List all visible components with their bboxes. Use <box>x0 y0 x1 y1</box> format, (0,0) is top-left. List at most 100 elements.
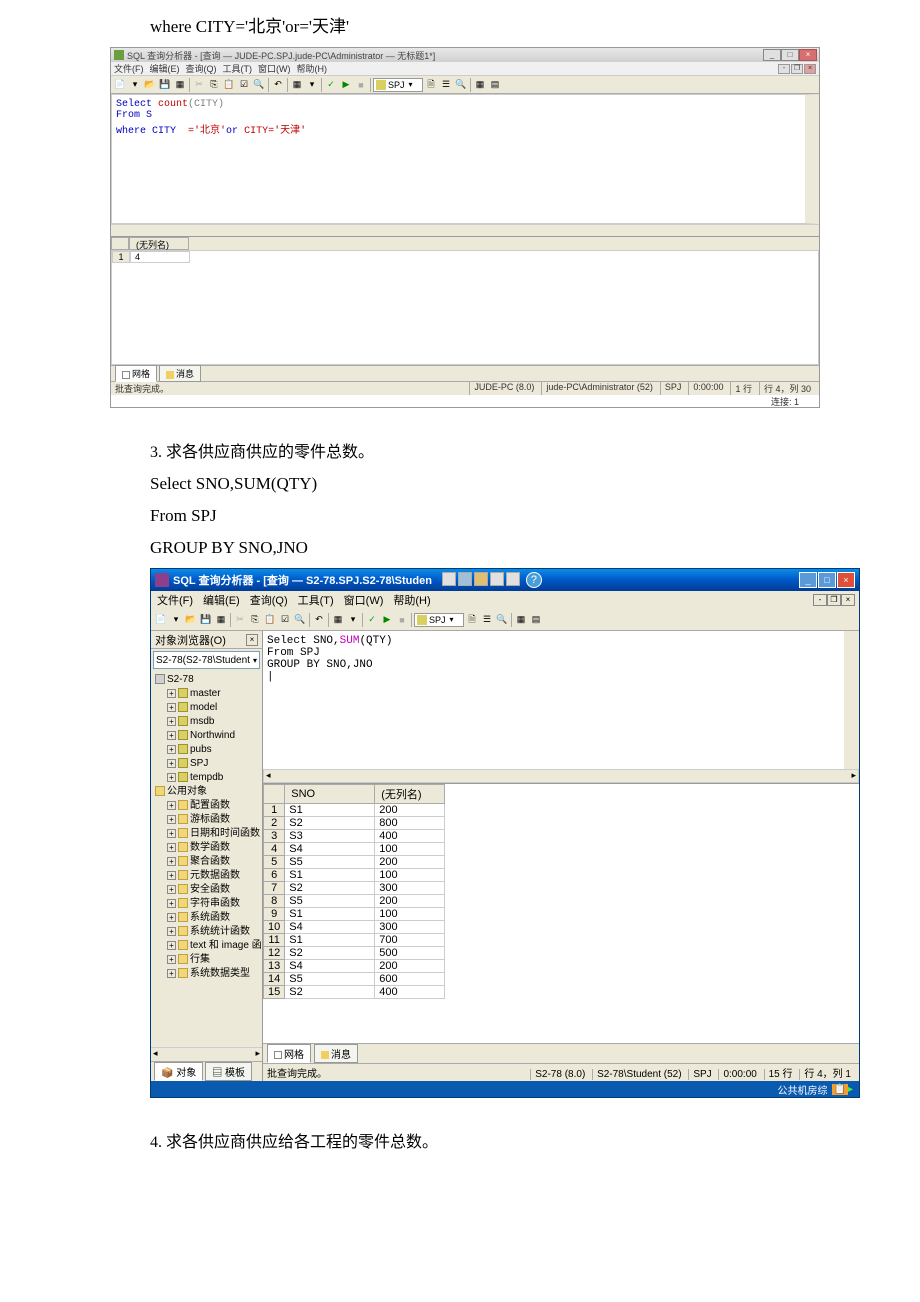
run-icon[interactable]: ▶ <box>380 613 394 627</box>
tree-db-item[interactable]: +msdb <box>153 715 260 729</box>
cell-sno[interactable]: S2 <box>285 986 375 999</box>
insert-icon[interactable]: ▦ <box>173 78 187 92</box>
cell-sno[interactable]: S4 <box>285 843 375 856</box>
table-row[interactable]: 7S2300 <box>264 882 445 895</box>
menu-query[interactable]: 查询(Q) <box>186 62 217 75</box>
tree-folder-item[interactable]: +text 和 image 函数 <box>153 939 260 953</box>
table-row[interactable]: 15S2400 <box>264 986 445 999</box>
obj-icon[interactable]: ☰ <box>439 78 453 92</box>
obj-icon[interactable]: ☰ <box>480 613 494 627</box>
stop-icon[interactable]: ■ <box>395 613 409 627</box>
cell-sno[interactable]: S2 <box>285 882 375 895</box>
paste-icon[interactable]: 📋 <box>263 613 277 627</box>
table-row[interactable]: 12S2500 <box>264 947 445 960</box>
minimize-button[interactable]: _ <box>763 49 781 61</box>
editor-hscroll-2[interactable] <box>263 769 859 783</box>
tree-root[interactable]: S2-78 <box>153 673 260 687</box>
menu-window[interactable]: 窗口(W) <box>344 592 384 608</box>
cell-value[interactable]: 100 <box>375 908 445 921</box>
tree-folder-item[interactable]: +系统统计函数 <box>153 925 260 939</box>
cell-sno[interactable]: S3 <box>285 830 375 843</box>
menu-help[interactable]: 帮助(H) <box>393 592 430 608</box>
plan-icon[interactable]: 🗎 <box>465 613 479 627</box>
tree-db-item[interactable]: +SPJ <box>153 757 260 771</box>
inner-minimize[interactable]: - <box>813 594 827 606</box>
tree-common[interactable]: 公用对象 <box>153 785 260 799</box>
table-row[interactable]: 11S1700 <box>264 934 445 947</box>
tab-templates[interactable]: ▤ 模板 <box>205 1062 252 1081</box>
cell-value[interactable]: 200 <box>375 804 445 817</box>
search-icon[interactable]: 🔍 <box>454 78 468 92</box>
result-cell[interactable]: 4 <box>130 251 190 263</box>
minimize-button[interactable]: _ <box>799 572 817 588</box>
cell-sno[interactable]: S1 <box>285 804 375 817</box>
close-button[interactable]: × <box>837 572 855 588</box>
cell-value[interactable]: 100 <box>375 869 445 882</box>
table-row[interactable]: 1S1200 <box>264 804 445 817</box>
tree-folder-item[interactable]: +日期和时间函数 <box>153 827 260 841</box>
tree-folder-item[interactable]: +聚合函数 <box>153 855 260 869</box>
cell-value[interactable]: 300 <box>375 921 445 934</box>
tab-grid[interactable]: 网格 <box>267 1044 311 1063</box>
tree-folder-item[interactable]: +数学函数 <box>153 841 260 855</box>
mode-icon[interactable]: ▦ <box>331 613 345 627</box>
tree-folder-item[interactable]: +字符串函数 <box>153 897 260 911</box>
table-row[interactable]: 2S2800 <box>264 817 445 830</box>
taskbar-arrow-icon[interactable]: ▸ <box>848 1084 853 1095</box>
col-header-noname[interactable]: (无列名) <box>129 237 189 250</box>
cell-sno[interactable]: S1 <box>285 934 375 947</box>
maximize-button[interactable]: □ <box>818 572 836 588</box>
editor-hscroll[interactable] <box>111 224 819 236</box>
maximize-button[interactable]: □ <box>781 49 799 61</box>
titlebar-2[interactable]: SQL 查询分析器 - [查询 — S2-78.SPJ.S2-78\Studen… <box>151 569 859 591</box>
open-icon[interactable]: 📂 <box>184 613 198 627</box>
menu-file[interactable]: 文件(F) <box>114 62 144 75</box>
tree-db-item[interactable]: +tempdb <box>153 771 260 785</box>
insert-icon[interactable]: ▦ <box>214 613 228 627</box>
float-icon[interactable] <box>506 572 520 586</box>
tree-folder-item[interactable]: +游标函数 <box>153 813 260 827</box>
find-icon[interactable]: 🔍 <box>252 78 266 92</box>
stop-icon[interactable]: ■ <box>354 78 368 92</box>
tree-folder-item[interactable]: +行集 <box>153 953 260 967</box>
inner-close[interactable]: × <box>804 64 816 74</box>
dropdown2-icon[interactable]: ▾ <box>305 78 319 92</box>
inner-close[interactable]: × <box>841 594 855 606</box>
tab-grid[interactable]: 网格 <box>115 365 157 382</box>
menu-file[interactable]: 文件(F) <box>157 592 193 608</box>
table-row[interactable]: 10S4300 <box>264 921 445 934</box>
tab-objects[interactable]: 📦 对象 <box>154 1062 203 1081</box>
cell-value[interactable]: 200 <box>375 960 445 973</box>
cell-sno[interactable]: S5 <box>285 895 375 908</box>
check-icon[interactable]: ✓ <box>365 613 379 627</box>
table-row[interactable]: 8S5200 <box>264 895 445 908</box>
window-icon[interactable]: ▦ <box>473 78 487 92</box>
sql-editor-1[interactable]: Select count(CITY) From S where CITY ='北… <box>111 94 819 224</box>
tree-folder-item[interactable]: +元数据函数 <box>153 869 260 883</box>
cell-sno[interactable]: S2 <box>285 817 375 830</box>
taskbar-icon[interactable]: 📋 <box>832 1084 848 1095</box>
cell-sno[interactable]: S1 <box>285 908 375 921</box>
dropdown-icon[interactable]: ▾ <box>169 613 183 627</box>
table-row[interactable]: 3S3400 <box>264 830 445 843</box>
cell-sno[interactable]: S2 <box>285 947 375 960</box>
menu-help[interactable]: 帮助(H) <box>297 62 328 75</box>
inner-minimize[interactable]: - <box>778 64 790 74</box>
show-icon[interactable]: ▤ <box>529 613 543 627</box>
tab-messages[interactable]: 消息 <box>159 365 201 382</box>
cell-value[interactable]: 200 <box>375 856 445 869</box>
table-row[interactable]: 5S5200 <box>264 856 445 869</box>
cell-sno[interactable]: S5 <box>285 856 375 869</box>
col-noname-header[interactable]: (无列名) <box>375 785 445 804</box>
find-icon[interactable]: 🔍 <box>293 613 307 627</box>
paste-icon[interactable]: 📋 <box>222 78 236 92</box>
tree-db-item[interactable]: +model <box>153 701 260 715</box>
dropdown-icon[interactable]: ▾ <box>128 78 142 92</box>
table-row[interactable]: 13S4200 <box>264 960 445 973</box>
menu-tools[interactable]: 工具(T) <box>298 592 334 608</box>
menu-tools[interactable]: 工具(T) <box>223 62 253 75</box>
window-icon[interactable]: ▦ <box>514 613 528 627</box>
float-icon[interactable] <box>490 572 504 586</box>
cell-value[interactable]: 600 <box>375 973 445 986</box>
menu-edit[interactable]: 编辑(E) <box>203 592 240 608</box>
